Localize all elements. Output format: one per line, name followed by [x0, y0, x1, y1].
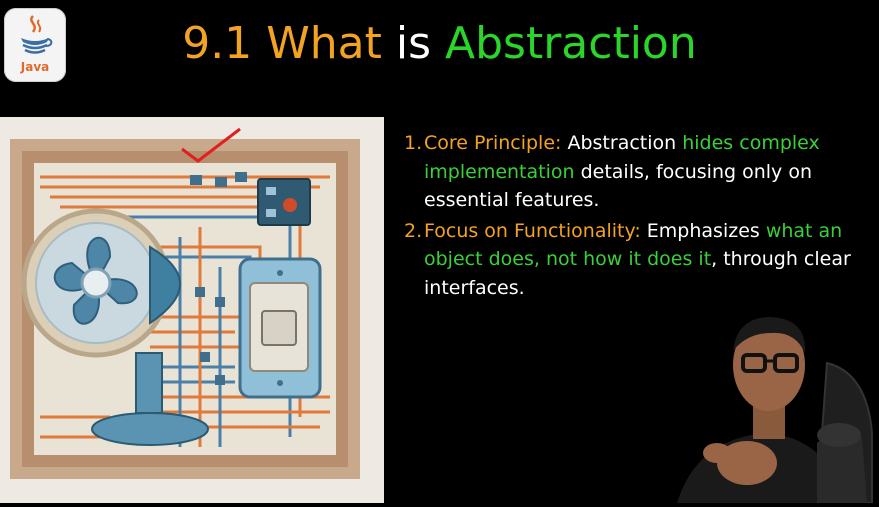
abstraction-points-list: 1. Core Principle: Abstraction hides com… [404, 129, 874, 304]
point-label: Core Principle: [424, 132, 562, 154]
fan-wired-to-switch-illustration [0, 117, 384, 503]
point-number: 2. [404, 219, 423, 242]
presenter-webcam [667, 303, 879, 504]
title-abstraction: Abstraction [445, 18, 697, 69]
point-label: Focus on Functionality: [424, 219, 641, 242]
point-number: 1. [404, 132, 423, 154]
title-is: is [395, 18, 431, 69]
point-text: Emphasizes [640, 219, 766, 242]
title-what: What [266, 18, 382, 69]
presenter-icon [677, 317, 873, 504]
title-number: 9.1 [182, 18, 253, 69]
point-text: Abstraction [561, 132, 683, 154]
list-item: 1. Core Principle: Abstraction hides com… [404, 129, 874, 215]
slide-title: 9.1 What is Abstraction [0, 14, 879, 74]
list-item: 2. Focus on Functionality: Emphasizes wh… [404, 217, 874, 303]
